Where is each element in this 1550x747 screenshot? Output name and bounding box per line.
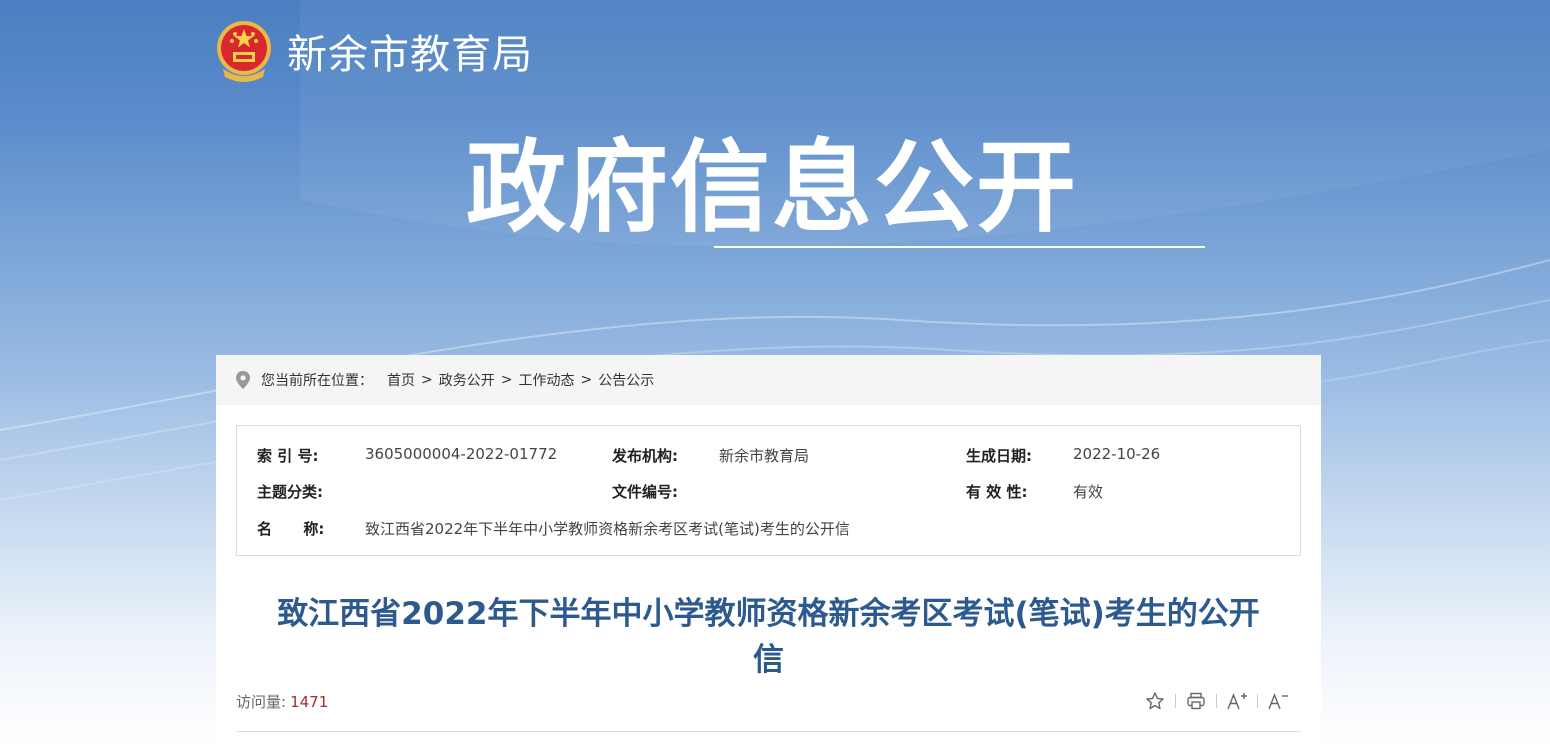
- validity-label: 有 效 性:: [966, 483, 1028, 501]
- document-number-label: 文件编号:: [612, 483, 678, 501]
- article-toolbar: [1144, 690, 1289, 712]
- site-name[interactable]: 新余市教育局: [287, 22, 533, 80]
- content-panel: 您当前所在位置： 首页 > 政务公开 > 工作动态 > 公告公示 索 引 号: …: [216, 355, 1321, 747]
- breadcrumb: 您当前所在位置： 首页 > 政务公开 > 工作动态 > 公告公示: [216, 355, 1321, 405]
- toolbar-divider: [1216, 694, 1217, 708]
- print-icon[interactable]: [1185, 690, 1207, 712]
- breadcrumb-separator: >: [421, 372, 433, 388]
- document-metadata: 索 引 号: 3605000004-2022-01772 发布机构: 新余市教育…: [236, 425, 1301, 556]
- date-value: 2022-10-26: [1073, 445, 1161, 463]
- star-icon[interactable]: [1144, 690, 1166, 712]
- visit-count: 访问量: 1471: [236, 691, 328, 712]
- breadcrumb-separator: >: [580, 372, 593, 388]
- banner-underline: [714, 246, 1205, 248]
- breadcrumb-home[interactable]: 首页: [387, 370, 415, 390]
- site-header: 新余市教育局: [215, 18, 533, 84]
- index-number-label: 索 引 号:: [257, 447, 319, 465]
- visit-count-label: 访问量:: [236, 693, 287, 711]
- toolbar-divider: [1175, 694, 1176, 708]
- meta-row: 索 引 号: 3605000004-2022-01772 发布机构: 新余市教育…: [237, 445, 1300, 465]
- toolbar-divider: [1257, 694, 1258, 708]
- breadcrumb-announcements[interactable]: 公告公示: [598, 370, 654, 390]
- visit-count-value: 1471: [290, 693, 329, 711]
- national-emblem-icon[interactable]: [215, 19, 273, 83]
- breadcrumb-gov-affairs[interactable]: 政务公开: [439, 370, 495, 390]
- article-title: 致江西省2022年下半年中小学教师资格新余考区考试(笔试)考生的公开 信: [236, 591, 1301, 683]
- article-title-line: 信: [753, 642, 784, 678]
- name-value: 致江西省2022年下半年中小学教师资格新余考区考试(笔试)考生的公开信: [365, 520, 850, 538]
- publisher-label: 发布机构:: [612, 447, 678, 465]
- section-divider: [236, 731, 1301, 732]
- meta-row: 名 称: 致江西省2022年下半年中小学教师资格新余考区考试(笔试)考生的公开信: [237, 518, 1300, 538]
- location-pin-icon: [234, 370, 252, 390]
- topic-label: 主题分类:: [257, 483, 323, 501]
- banner-title: 政府信息公开: [466, 129, 1078, 246]
- breadcrumb-separator: >: [500, 372, 513, 388]
- name-label: 名 称:: [257, 520, 325, 538]
- validity-value: 有效: [1073, 483, 1104, 501]
- font-increase-icon[interactable]: [1226, 690, 1248, 712]
- article-title-line: 致江西省2022年下半年中小学教师资格新余考区考试(笔试)考生的公开: [277, 596, 1260, 632]
- date-label: 生成日期:: [966, 447, 1032, 465]
- meta-row: 主题分类: 文件编号: 有 效 性: 有效: [237, 481, 1300, 501]
- publisher-value: 新余市教育局: [719, 447, 810, 465]
- breadcrumb-work-news[interactable]: 工作动态: [518, 370, 574, 390]
- font-decrease-icon[interactable]: [1267, 690, 1289, 712]
- breadcrumb-label: 您当前所在位置：: [261, 373, 373, 389]
- index-number-value: 3605000004-2022-01772: [365, 445, 558, 463]
